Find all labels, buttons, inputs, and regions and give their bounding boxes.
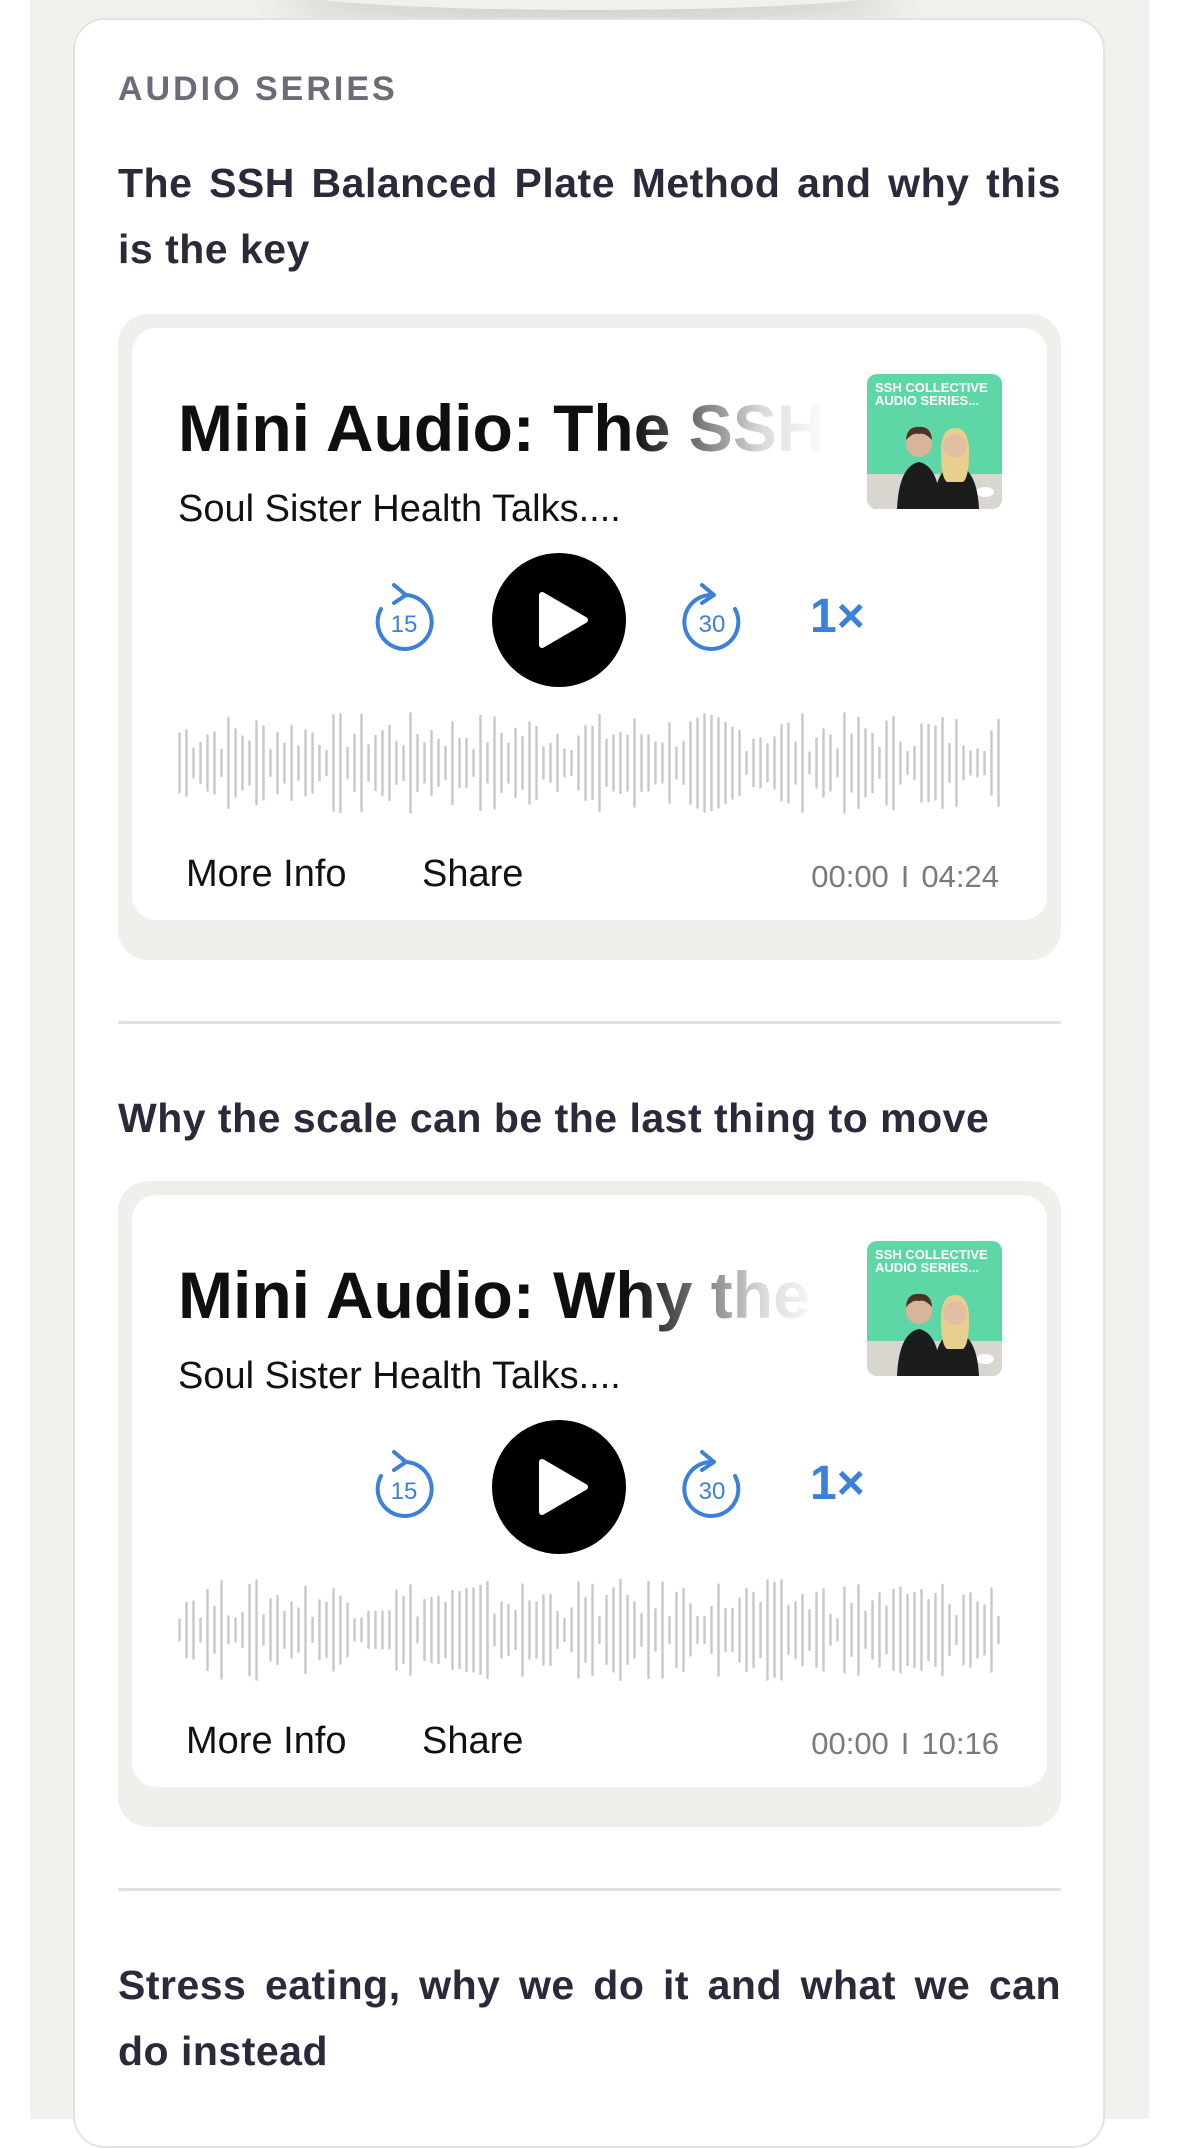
playback-speed-button[interactable]: 1× bbox=[810, 589, 865, 644]
play-icon bbox=[539, 1459, 588, 1515]
audio-player: Mini Audio: The SSH Balanced Plate Metho… bbox=[132, 328, 1047, 920]
cover-art[interactable]: SSH COLLECTIVE AUDIO SERIES... bbox=[867, 1241, 1002, 1376]
play-button[interactable] bbox=[492, 1420, 626, 1554]
forward-30-icon[interactable]: 30 bbox=[672, 1448, 752, 1528]
play-icon bbox=[539, 592, 588, 648]
waveform-scrubber[interactable] bbox=[176, 711, 1002, 815]
show-name[interactable]: Soul Sister Health Talks.... bbox=[178, 1355, 621, 1398]
show-name[interactable]: Soul Sister Health Talks.... bbox=[178, 488, 621, 531]
episode-title[interactable]: Mini Audio: The SSH Balanced Plate Metho… bbox=[178, 390, 828, 470]
cover-text: SSH COLLECTIVE AUDIO SERIES... bbox=[875, 380, 988, 408]
rewind-15-icon[interactable]: 15 bbox=[364, 1448, 444, 1528]
episode-section-title: The SSH Balanced Plate Method and why th… bbox=[118, 160, 1061, 272]
audio-player-frame: Mini Audio: The SSH Balanced Plate Metho… bbox=[118, 314, 1061, 960]
share-link[interactable]: Share bbox=[422, 853, 523, 896]
section-divider bbox=[118, 1021, 1061, 1024]
time-display: 00:00 I 10:16 bbox=[811, 1726, 999, 1762]
audio-player: Mini Audio: Why the scale can be the las… bbox=[132, 1195, 1047, 1787]
play-button[interactable] bbox=[492, 553, 626, 687]
time-separator: I bbox=[900, 859, 910, 894]
rewind-label: 15 bbox=[391, 611, 418, 638]
rewind-label: 15 bbox=[391, 1478, 418, 1505]
forward-label: 30 bbox=[699, 1478, 726, 1505]
cover-text: SSH COLLECTIVE AUDIO SERIES... bbox=[875, 1247, 988, 1275]
cover-art[interactable]: SSH COLLECTIVE AUDIO SERIES... bbox=[867, 374, 1002, 509]
audio-player-frame: Mini Audio: Why the scale can be the las… bbox=[118, 1181, 1061, 1827]
more-info-link[interactable]: More Info bbox=[186, 1720, 347, 1763]
waveform-scrubber[interactable] bbox=[176, 1578, 1002, 1682]
section-label: AUDIO SERIES bbox=[118, 70, 398, 108]
forward-30-icon[interactable]: 30 bbox=[672, 581, 752, 661]
share-link[interactable]: Share bbox=[422, 1720, 523, 1763]
playback-controls: 15 30 1× bbox=[132, 1420, 1047, 1554]
playback-speed-button[interactable]: 1× bbox=[810, 1456, 865, 1511]
more-info-link[interactable]: More Info bbox=[186, 853, 347, 896]
episode-title[interactable]: Mini Audio: Why the scale can be the las… bbox=[178, 1257, 828, 1337]
current-time: 00:00 bbox=[811, 1726, 889, 1761]
current-time: 00:00 bbox=[811, 859, 889, 894]
time-display: 00:00 I 04:24 bbox=[811, 859, 999, 895]
forward-label: 30 bbox=[699, 611, 726, 638]
duration: 10:16 bbox=[921, 1726, 999, 1761]
duration: 04:24 bbox=[921, 859, 999, 894]
rewind-15-icon[interactable]: 15 bbox=[364, 581, 444, 661]
time-separator: I bbox=[900, 1726, 910, 1761]
episode-section-title: Why the scale can be the last thing to m… bbox=[118, 1095, 990, 1141]
playback-controls: 15 30 1× bbox=[132, 553, 1047, 687]
episode-section-title: Stress eating, why we do it and what we … bbox=[118, 1962, 1061, 2074]
section-divider bbox=[118, 1888, 1061, 1891]
